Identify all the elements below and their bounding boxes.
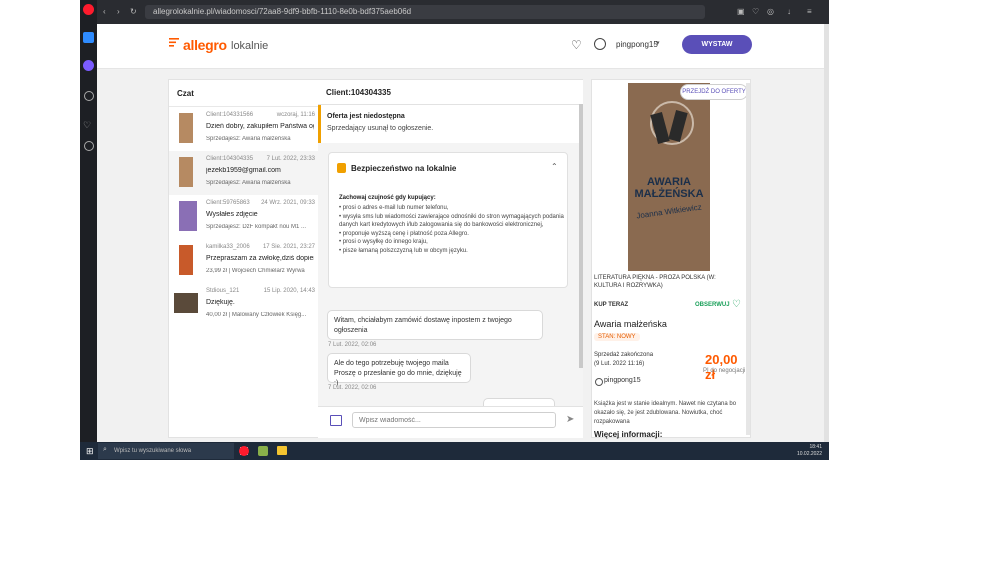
browser-toolbar: ‹ › ↻ allegrolokalnie.pl/wiadomosci/72aa…: [97, 0, 829, 24]
forward-icon[interactable]: ›: [117, 8, 125, 16]
chat-item-active[interactable]: Client:104304335 7 Lut. 2022, 23:33 jeze…: [169, 151, 321, 196]
speed-dial-icon[interactable]: [83, 32, 94, 43]
favorites-icon[interactable]: ♡: [571, 38, 582, 52]
category[interactable]: LITERATURA PIĘKNA - PROZA POLSKA (W: KUL…: [594, 274, 744, 290]
clock-time[interactable]: 18:41: [782, 444, 822, 451]
message-bubble: Ale do tego potrzebuję twojego maila Pro…: [327, 353, 471, 387]
send-icon[interactable]: ➤: [566, 414, 574, 425]
message-bubble: Witam, chciałabym zamówić dostawę inpost…: [327, 310, 543, 340]
sale-ended-label: Sprzedaż zakończona: [594, 352, 654, 358]
book-thumbnail: [179, 245, 193, 275]
go-to-offer-button[interactable]: PRZEJDŹ DO OFERTY: [680, 84, 748, 100]
snapshot-icon[interactable]: ▣: [737, 8, 745, 16]
search-icon: ⌕: [103, 446, 107, 453]
more-info-heading: Więcej informacji:: [594, 430, 663, 439]
reload-icon[interactable]: ↻: [130, 8, 138, 16]
item-thumbnail: [179, 201, 197, 231]
opera-logo-icon[interactable]: [83, 4, 94, 15]
safety-point: • prosi o wysyłkę do innego kraju,: [339, 239, 428, 245]
book-cover-image: AWARIA MAŁŻEŃSKA Joanna Witkiewicz: [628, 83, 710, 271]
offer-panel: AWARIA MAŁŻEŃSKA Joanna Witkiewicz PRZEJ…: [591, 79, 751, 439]
player-icon[interactable]: [84, 91, 94, 101]
image-upload-icon[interactable]: [330, 415, 342, 426]
conversation-panel: Client:104304335 Oferta jest niedostępna…: [318, 79, 583, 438]
follow-button[interactable]: OBSERWUJ: [695, 302, 730, 308]
sale-ended-date: (9 Lut. 2022 11:16): [594, 361, 645, 367]
chat-list-title: Czat: [177, 89, 194, 98]
heart-icon[interactable]: ♡: [732, 299, 741, 310]
condition-badge: STAN: NOWY: [594, 333, 640, 341]
negotiable-label: PI do negocjacji: [703, 368, 746, 374]
file-explorer-icon[interactable]: [277, 446, 287, 455]
messenger-icon[interactable]: [83, 60, 94, 71]
chevron-down-icon[interactable]: ▾: [656, 39, 660, 47]
messages-icon[interactable]: [594, 38, 606, 50]
message-input[interactable]: [352, 412, 556, 428]
wystaw-button[interactable]: WYSTAW: [682, 35, 752, 54]
offer-description: Książka jest w stanie idealnym. Nawet ni…: [594, 401, 737, 425]
opera-taskbar-icon[interactable]: [239, 446, 249, 456]
allegro-logo[interactable]: allegro: [183, 37, 227, 53]
safety-point: • pisze łamaną polszczyzną lub w obcym j…: [339, 247, 468, 254]
user-icon: [595, 378, 603, 386]
windows-taskbar: ⊞ ⌕ Wpisz tu wyszukiwane słowa 18:41 10.…: [80, 442, 829, 460]
chat-item[interactable]: Client:104331566 wczoraj, 11:16 Dzień do…: [169, 107, 319, 152]
windows-start-icon[interactable]: ⊞: [86, 446, 94, 457]
chat-item[interactable]: kamilka33_2006 17 Sie. 2021, 23:27 Przep…: [169, 239, 319, 284]
safety-point: • prosi o adres e-mail lub numer telefon…: [339, 205, 449, 211]
book-thumbnail: [179, 113, 193, 143]
conversation-header: Client:104304335: [318, 80, 583, 105]
scrollbar[interactable]: [746, 83, 750, 435]
extensions-icon[interactable]: ◎: [767, 8, 775, 16]
offer-type: KUP TERAZ: [594, 302, 629, 308]
safety-point: • proponuje wyższą cenę i płatność poza …: [339, 230, 469, 237]
hamburger-icon[interactable]: [169, 38, 179, 47]
seller-name[interactable]: pingpong15: [604, 377, 641, 384]
logo-suffix: lokalnie: [231, 40, 269, 52]
clock-date[interactable]: 10.02.2022: [782, 451, 822, 458]
app-taskbar-icon[interactable]: [258, 446, 268, 456]
chevron-up-icon[interactable]: ⌃: [551, 162, 558, 171]
offer-title: Awaria małżeńska: [594, 319, 667, 329]
menu-icon[interactable]: ≡: [807, 8, 815, 16]
browser-sidebar: ♡: [80, 0, 97, 442]
chat-list: Czat Client:104331566 wczoraj, 11:16 Dzi…: [168, 79, 321, 438]
safety-point: • wysyła sms lub wiadomości zawierające …: [339, 213, 564, 229]
safety-card: Bezpieczeństwo na lokalnie ⌃ Zachowaj cz…: [328, 152, 568, 288]
history-icon[interactable]: [84, 141, 94, 151]
chat-item[interactable]: Client:59765863 24 Wrz. 2021, 09:33 Wysł…: [169, 195, 319, 240]
shield-icon: [337, 163, 346, 173]
page-scrollbar[interactable]: [824, 24, 829, 442]
message-time: 7 Lut. 2022, 02:06: [328, 385, 377, 391]
site-header: allegro lokalnie ♡ pingpong15 ▾ WYSTAW: [97, 24, 824, 69]
back-icon[interactable]: ‹: [103, 8, 111, 16]
offer-notice: Oferta jest niedostępna Sprzedający usun…: [318, 105, 583, 143]
price: 20,00 zł: [705, 352, 738, 382]
composer: ➤: [318, 406, 583, 438]
user-menu[interactable]: pingpong15: [616, 40, 658, 49]
message-time: 7 Lut. 2022, 02:06: [328, 342, 377, 348]
taskbar-search[interactable]: ⌕ Wpisz tu wyszukiwane słowa: [98, 443, 234, 459]
heart-icon[interactable]: ♡: [83, 120, 94, 131]
bookmark-icon[interactable]: ♡: [752, 8, 760, 16]
book-thumbnail: [179, 157, 193, 187]
download-icon[interactable]: ↓: [787, 8, 795, 16]
conversation-title: Client:104304335: [326, 88, 391, 97]
book-thumbnail: [174, 293, 198, 313]
chat-item[interactable]: Stdious_121 15 Lip. 2020, 14:43 Dziękuję…: [169, 283, 319, 327]
address-bar[interactable]: allegrolokalnie.pl/wiadomosci/72aa8-9df9…: [145, 5, 705, 19]
scrollbar[interactable]: [579, 104, 583, 368]
